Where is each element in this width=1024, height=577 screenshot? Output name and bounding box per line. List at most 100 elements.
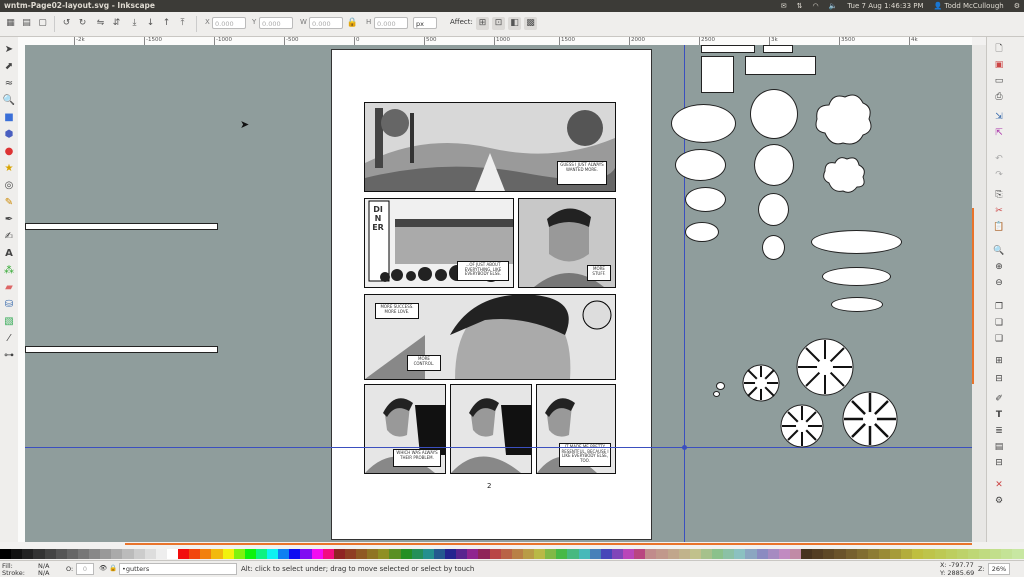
- gradient-tool-icon[interactable]: ▧: [2, 315, 16, 329]
- color-swatch[interactable]: [589, 549, 601, 559]
- panel-shape[interactable]: [763, 45, 793, 53]
- burst-balloon[interactable]: [840, 389, 900, 449]
- horizontal-scroll-thumb[interactable]: [125, 543, 972, 545]
- select-all-layers-icon[interactable]: ▤: [20, 17, 33, 30]
- color-swatch[interactable]: [255, 549, 267, 559]
- gutter-bar[interactable]: [25, 346, 218, 353]
- color-swatch[interactable]: [545, 549, 557, 559]
- speech-bubble-6[interactable]: WHICH WAS ALWAYS THEIR PROBLEM.: [393, 449, 441, 467]
- color-swatch[interactable]: [433, 549, 445, 559]
- color-swatch[interactable]: [901, 549, 913, 559]
- align-icon[interactable]: ⊟: [993, 457, 1005, 469]
- horizontal-guide[interactable]: [25, 447, 972, 448]
- color-swatch[interactable]: [11, 549, 23, 559]
- zoom-drawing-icon[interactable]: ⊕: [993, 261, 1005, 273]
- thought-dot[interactable]: [716, 382, 725, 390]
- wifi-icon[interactable]: ◠: [813, 0, 819, 12]
- burst-balloon[interactable]: [795, 337, 855, 397]
- gutter-bar[interactable]: [25, 223, 218, 230]
- bucket-tool-icon[interactable]: ⛁: [2, 298, 16, 312]
- color-swatch[interactable]: [634, 549, 646, 559]
- color-swatch[interactable]: [489, 549, 501, 559]
- color-swatch[interactable]: [111, 549, 123, 559]
- calligraphy-tool-icon[interactable]: ✍: [2, 230, 16, 244]
- color-swatch[interactable]: [734, 549, 746, 559]
- sort-icon[interactable]: ⇅: [797, 0, 803, 12]
- x-input[interactable]: 0.000: [212, 17, 246, 29]
- balloon-shape[interactable]: [822, 267, 891, 286]
- ungroup-icon[interactable]: ⊟: [993, 373, 1005, 385]
- color-swatch[interactable]: [789, 549, 801, 559]
- color-swatch[interactable]: [778, 549, 790, 559]
- balloon-shape[interactable]: [758, 193, 789, 226]
- color-swatch[interactable]: [411, 549, 423, 559]
- gear-icon[interactable]: ⚙: [1014, 0, 1020, 12]
- color-swatch[interactable]: [211, 549, 223, 559]
- flip-horizontal-icon[interactable]: ⇋: [94, 17, 107, 30]
- color-swatch[interactable]: [456, 549, 468, 559]
- color-swatch[interactable]: [534, 549, 546, 559]
- comic-panel-5[interactable]: WHICH WAS ALWAYS THEIR PROBLEM.: [364, 384, 446, 474]
- new-document-icon[interactable]: 🗋: [993, 43, 1005, 55]
- lower-bottom-icon[interactable]: ⤓: [128, 17, 141, 30]
- color-swatch[interactable]: [356, 549, 368, 559]
- text-font-icon[interactable]: T: [993, 409, 1005, 421]
- balloon-shape[interactable]: [762, 235, 785, 260]
- color-swatch[interactable]: [478, 549, 490, 559]
- color-swatch[interactable]: [578, 549, 590, 559]
- color-swatch[interactable]: [656, 549, 668, 559]
- fill-stroke-icon[interactable]: ✐: [993, 393, 1005, 405]
- balloon-shape[interactable]: [831, 297, 883, 312]
- zoom-selection-icon[interactable]: 🔍: [993, 245, 1005, 257]
- color-swatch[interactable]: [867, 549, 879, 559]
- speech-bubble-3[interactable]: MORE STUFF.: [587, 265, 611, 281]
- xml-editor-icon[interactable]: ▤: [993, 441, 1005, 453]
- color-swatch[interactable]: [133, 549, 145, 559]
- drawing-canvas[interactable]: GUESS I JUST ALWAYS WANTED MORE. DINER .…: [25, 45, 972, 542]
- color-swatch[interactable]: [166, 549, 178, 559]
- color-swatch[interactable]: [55, 549, 67, 559]
- color-palette[interactable]: [0, 549, 1024, 559]
- width-input[interactable]: 0.000: [309, 17, 343, 29]
- height-input[interactable]: 0.000: [374, 17, 408, 29]
- opacity-input[interactable]: 0: [76, 563, 94, 575]
- mail-icon[interactable]: ✉: [781, 0, 787, 12]
- preferences-icon[interactable]: ✕: [993, 479, 1005, 491]
- save-icon[interactable]: ▭: [993, 75, 1005, 87]
- burst-balloon[interactable]: [741, 363, 781, 403]
- color-swatch[interactable]: [178, 549, 190, 559]
- paste-icon[interactable]: 📋: [993, 221, 1005, 233]
- color-swatch[interactable]: [611, 549, 623, 559]
- color-swatch[interactable]: [311, 549, 323, 559]
- color-swatch[interactable]: [500, 549, 512, 559]
- color-swatch[interactable]: [834, 549, 846, 559]
- color-swatch[interactable]: [189, 549, 201, 559]
- balloon-shape[interactable]: [811, 230, 902, 254]
- color-swatch[interactable]: [767, 549, 779, 559]
- duplicate-icon[interactable]: ❐: [993, 301, 1005, 313]
- balloon-shape[interactable]: [754, 144, 794, 186]
- export-icon[interactable]: ⇱: [993, 127, 1005, 139]
- comic-panel-7[interactable]: IT MADE ME PRETTY RESENTFUL. BECAUSE I L…: [536, 384, 616, 474]
- import-icon[interactable]: ⇲: [993, 111, 1005, 123]
- rectangle-tool-icon[interactable]: ■: [2, 111, 16, 125]
- color-swatch[interactable]: [979, 549, 991, 559]
- eye-icon[interactable]: 👁: [99, 564, 107, 572]
- color-swatch[interactable]: [1001, 549, 1013, 559]
- color-swatch[interactable]: [522, 549, 534, 559]
- unlink-clone-icon[interactable]: ❑: [993, 333, 1005, 345]
- color-swatch[interactable]: [445, 549, 457, 559]
- star-tool-icon[interactable]: ★: [2, 162, 16, 176]
- group-icon[interactable]: ⊞: [993, 355, 1005, 367]
- color-swatch[interactable]: [244, 549, 256, 559]
- zoom-tool-icon[interactable]: 🔍: [2, 94, 16, 108]
- speech-bubble-2[interactable]: ...OF JUST ABOUT EVERYTHING, LIKE EVERYB…: [457, 261, 509, 281]
- connector-tool-icon[interactable]: ⊶: [2, 349, 16, 363]
- clone-icon[interactable]: ❏: [993, 317, 1005, 329]
- color-swatch[interactable]: [845, 549, 857, 559]
- undo-icon[interactable]: ↶: [993, 153, 1005, 165]
- color-swatch[interactable]: [645, 549, 657, 559]
- color-swatch[interactable]: [300, 549, 312, 559]
- selector-tool-icon[interactable]: ➤: [2, 43, 16, 57]
- select-all-icon[interactable]: ▦: [4, 17, 17, 30]
